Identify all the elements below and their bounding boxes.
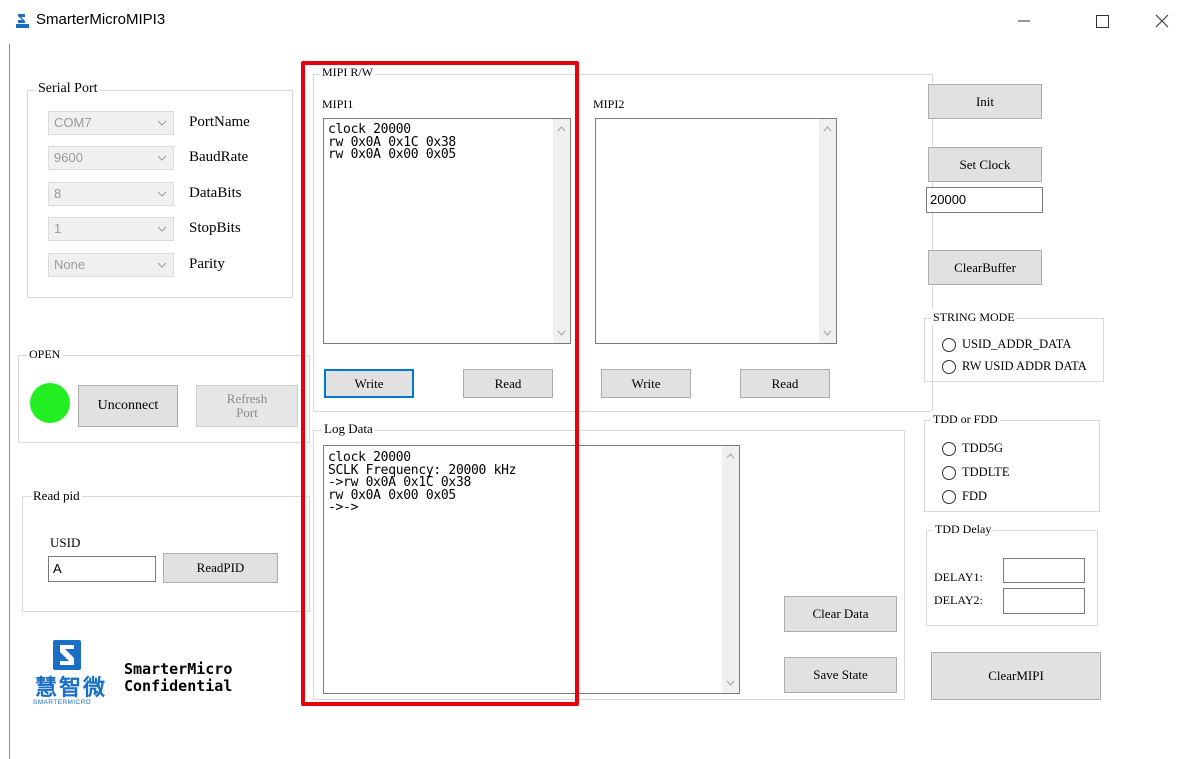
delay2-input[interactable]: [1003, 588, 1085, 614]
string-mode-option[interactable]: RW USID ADDR DATA: [942, 359, 1087, 374]
radio-button[interactable]: [942, 359, 956, 374]
refresh-port-line2: Port: [236, 405, 258, 420]
clear-data-button[interactable]: Clear Data: [784, 596, 897, 632]
mipi1-read-button[interactable]: Read: [463, 369, 553, 398]
string-mode-option[interactable]: USID_ADDR_DATA: [942, 337, 1071, 352]
brand-line1: SmarterMicro: [124, 660, 233, 678]
clear-buffer-button[interactable]: ClearBuffer: [928, 250, 1042, 285]
baudrate-label: BaudRate: [189, 149, 249, 165]
smartermicro-logo-icon: [53, 640, 81, 670]
title-bar: SmarterMicroMIPI3: [0, 0, 1182, 44]
clock-input[interactable]: 20000: [926, 187, 1043, 213]
window-left-border: [9, 44, 10, 759]
connection-status-indicator: [30, 383, 70, 423]
read-pid-title: Read pid: [31, 488, 82, 504]
maximize-button[interactable]: [1082, 6, 1122, 36]
close-icon: [1155, 14, 1169, 28]
radio-button[interactable]: [942, 489, 956, 504]
log-textarea[interactable]: clock 20000 SCLK Frequency: 20000 kHz ->…: [323, 445, 740, 694]
stopbits-combo[interactable]: 1: [48, 217, 174, 241]
log-text: clock 20000 SCLK Frequency: 20000 kHz ->…: [328, 450, 517, 515]
init-button[interactable]: Init: [928, 84, 1042, 119]
string-mode-option-label: RW USID ADDR DATA: [962, 359, 1087, 373]
string-mode-title: STRING MODE: [931, 309, 1017, 325]
refresh-port-button[interactable]: Refresh Port: [196, 385, 298, 427]
minimize-icon: [1018, 20, 1030, 22]
brand-line2: Confidential: [124, 677, 233, 695]
window-title: SmarterMicroMIPI3: [36, 11, 166, 28]
chevron-down-icon[interactable]: [725, 678, 736, 688]
databits-value: 8: [54, 186, 62, 201]
usid-value: A: [53, 561, 62, 576]
mipi1-label: MIPI1: [322, 97, 354, 111]
minimize-button[interactable]: [1004, 6, 1044, 36]
clock-value: 20000: [930, 192, 967, 207]
portname-label: PortName: [189, 114, 250, 130]
chevron-up-icon[interactable]: [556, 124, 567, 134]
tdd-fdd-title: TDD or FDD: [931, 411, 1000, 427]
app-logo-icon: [14, 12, 31, 29]
tdd-fdd-option-label: TDDLTE: [962, 465, 1010, 479]
portname-value: COM7: [54, 115, 92, 130]
radio-button[interactable]: [942, 337, 956, 352]
string-mode-option-label: USID_ADDR_DATA: [962, 337, 1072, 351]
mipi1-text: clock 20000 rw 0x0A 0x1C 0x38 rw 0x0A 0x…: [328, 122, 456, 162]
log-data-title: Log Data: [322, 421, 375, 437]
chevron-down-icon: [157, 155, 167, 161]
databits-combo[interactable]: 8: [48, 182, 174, 206]
parity-value: None: [54, 257, 86, 272]
mipi1-scrollbar[interactable]: [553, 119, 570, 343]
mipi2-textarea[interactable]: [595, 118, 837, 344]
databits-label: DataBits: [189, 185, 242, 201]
tdd-fdd-option[interactable]: TDDLTE: [942, 465, 1009, 480]
mipi2-read-button[interactable]: Read: [740, 369, 830, 398]
log-scrollbar[interactable]: [722, 446, 739, 693]
radio-button[interactable]: [942, 441, 956, 456]
logo-chinese-text: 慧智微: [35, 675, 108, 700]
maximize-icon: [1095, 14, 1109, 28]
chevron-up-icon[interactable]: [725, 451, 736, 461]
baudrate-value: 9600: [54, 150, 83, 165]
tdd-fdd-option[interactable]: TDD5G: [942, 441, 1003, 456]
delay1-label: DELAY1:: [934, 570, 983, 584]
tdd-delay-title: TDD Delay: [933, 521, 994, 537]
readpid-button[interactable]: ReadPID: [163, 553, 278, 583]
mipi1-textarea[interactable]: clock 20000 rw 0x0A 0x1C 0x38 rw 0x0A 0x…: [323, 118, 571, 344]
chevron-down-icon: [157, 120, 167, 126]
mipi-rw-title: MIPI R/W: [320, 64, 375, 80]
parity-combo[interactable]: None: [48, 253, 174, 277]
close-button[interactable]: [1142, 6, 1182, 36]
clear-mipi-button[interactable]: ClearMIPI: [931, 652, 1101, 700]
portname-combo[interactable]: COM7: [48, 111, 174, 135]
chevron-up-icon[interactable]: [822, 124, 833, 134]
mipi2-write-button[interactable]: Write: [601, 369, 691, 398]
mipi1-write-button[interactable]: Write: [324, 369, 414, 398]
unconnect-button[interactable]: Unconnect: [78, 385, 178, 427]
baudrate-combo[interactable]: 9600: [48, 146, 174, 170]
delay1-input[interactable]: [1003, 558, 1085, 583]
usid-label: USID: [50, 535, 81, 550]
open-title: OPEN: [27, 346, 63, 362]
parity-label: Parity: [189, 256, 225, 272]
chevron-down-icon: [157, 262, 167, 268]
tdd-fdd-option-label: FDD: [962, 489, 988, 503]
delay2-label: DELAY2:: [934, 593, 983, 607]
usid-input[interactable]: A: [48, 556, 156, 582]
mipi2-label: MIPI2: [593, 97, 625, 111]
chevron-down-icon: [157, 191, 167, 197]
mipi2-scrollbar[interactable]: [819, 119, 836, 343]
save-state-button[interactable]: Save State: [784, 657, 897, 693]
refresh-port-line1: Refresh: [226, 391, 268, 406]
stopbits-label: StopBits: [189, 220, 241, 236]
serial-port-title: Serial Port: [36, 81, 100, 97]
set-clock-button[interactable]: Set Clock: [928, 147, 1042, 182]
stopbits-value: 1: [54, 221, 62, 236]
chevron-down-icon: [157, 226, 167, 232]
tdd-fdd-option-label: TDD5G: [962, 441, 1003, 455]
logo-subtitle: SMARTERMICRO: [33, 699, 92, 706]
chevron-down-icon[interactable]: [822, 328, 833, 338]
radio-button[interactable]: [942, 465, 956, 480]
chevron-down-icon[interactable]: [556, 328, 567, 338]
tdd-fdd-option[interactable]: FDD: [942, 489, 987, 504]
